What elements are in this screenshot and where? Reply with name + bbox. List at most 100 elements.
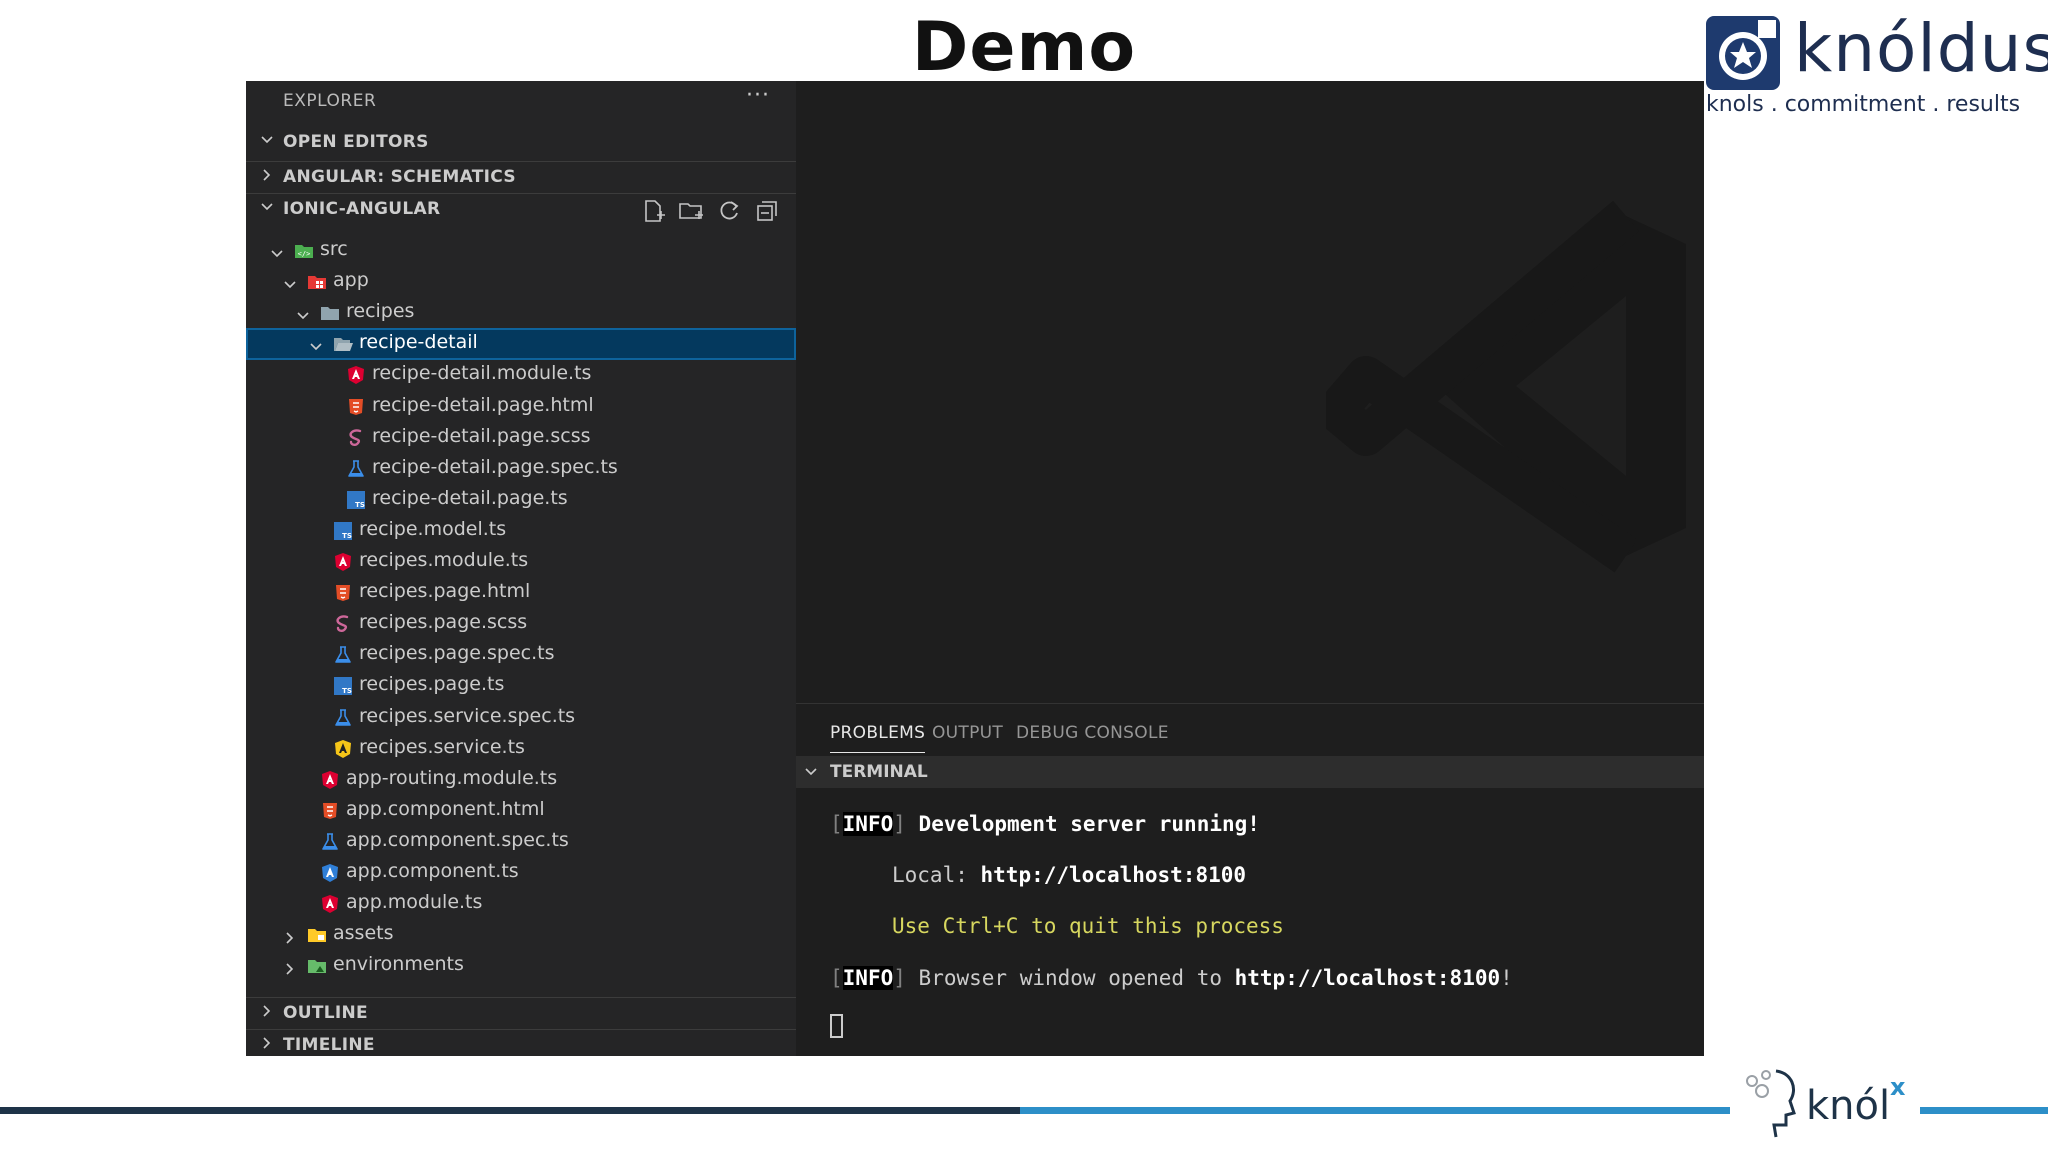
vscode-watermark-icon: [1326, 200, 1686, 573]
terminal-suffix: !: [1500, 966, 1513, 990]
footer-bar-dark: [0, 1107, 1020, 1114]
tree-file[interactable]: app.component.html: [246, 795, 796, 827]
angular-service-icon: [333, 739, 353, 759]
typescript-icon: TS: [346, 490, 366, 510]
svg-text:</>: </>: [298, 250, 311, 258]
terminal-prefix: Local:: [892, 863, 981, 887]
tree-file[interactable]: recipe-detail.module.ts: [246, 359, 796, 391]
tree-file[interactable]: recipe-detail.page.scss: [246, 422, 796, 454]
tree-item-label: recipes.page.scss: [359, 611, 528, 633]
chevron-down-icon: [261, 203, 273, 211]
chevron-down-icon: [805, 768, 817, 776]
knolx-head-icon: [1746, 1069, 1796, 1138]
editor-area[interactable]: [796, 81, 1704, 703]
tree-folder[interactable]: </> src: [246, 235, 796, 267]
tree-folder[interactable]: environments: [246, 950, 796, 982]
tree-file[interactable]: recipe-detail.page.html: [246, 391, 796, 423]
tree-item-label: recipe-detail: [359, 331, 478, 353]
angular-icon: [346, 365, 366, 385]
tree-folder[interactable]: assets: [246, 919, 796, 951]
refresh-icon[interactable]: [716, 198, 742, 224]
html-icon: [320, 801, 340, 821]
tree-file[interactable]: app.component.spec.ts: [246, 826, 796, 858]
terminal-label: TERMINAL: [830, 762, 928, 782]
svg-text:TS: TS: [342, 532, 352, 540]
terminal-url[interactable]: http://localhost:8100: [981, 863, 1247, 887]
chevron-right-icon: [283, 959, 297, 975]
tree-item-label: recipe-detail.page.scss: [372, 425, 591, 447]
tree-item-label: app.component.ts: [346, 860, 519, 882]
tree-item-label: recipes.page.html: [359, 580, 531, 602]
tab-output[interactable]: OUTPUT: [932, 723, 1003, 743]
terminal-line: [INFO] Browser window opened to http://l…: [830, 966, 1513, 990]
chevron-down-icon: [261, 136, 273, 144]
section-label: OUTLINE: [283, 1003, 368, 1023]
terminal-cursor[interactable]: [830, 1014, 843, 1038]
test-flask-icon: [320, 832, 340, 852]
angular-icon: [320, 770, 340, 790]
tree-file[interactable]: recipe-detail.page.spec.ts: [246, 453, 796, 485]
section-label: ANGULAR: SCHEMATICS: [283, 167, 516, 187]
tree-folder[interactable]: recipe-detail: [246, 328, 796, 360]
knoldus-tagline: knols . commitment . results: [1706, 92, 2021, 117]
terminal-message: Development server running!: [918, 812, 1260, 836]
chevron-down-icon: [309, 337, 323, 351]
tree-item-label: assets: [333, 922, 394, 944]
knoldus-wordmark: knóldus: [1794, 10, 2048, 87]
tree-file[interactable]: TS recipes.page.ts: [246, 670, 796, 702]
section-label: OPEN EDITORS: [283, 132, 429, 152]
tree-item-label: recipe-detail.page.ts: [372, 487, 568, 509]
section-angular-schematics[interactable]: ANGULAR: SCHEMATICS: [246, 161, 796, 193]
tree-file[interactable]: recipes.page.spec.ts: [246, 639, 796, 671]
terminal-line: [INFO] Development server running!: [830, 812, 1260, 836]
angular-icon: [320, 894, 340, 914]
tree-item-label: environments: [333, 953, 464, 975]
typescript-icon: TS: [333, 521, 353, 541]
section-outline[interactable]: OUTLINE: [246, 997, 796, 1029]
terminal-line: Local: http://localhost:8100: [892, 863, 1246, 887]
explorer-title: EXPLORER: [283, 91, 377, 111]
tree-file[interactable]: TS recipe-detail.page.ts: [246, 484, 796, 516]
section-ionic-angular[interactable]: IONIC-ANGULAR: [246, 193, 796, 225]
tree-file[interactable]: recipes.service.ts: [246, 733, 796, 765]
section-open-editors[interactable]: OPEN EDITORS: [246, 127, 796, 159]
tree-file[interactable]: recipes.page.html: [246, 577, 796, 609]
angular-icon: [333, 552, 353, 572]
tree-file[interactable]: recipes.module.ts: [246, 546, 796, 578]
tab-problems[interactable]: PROBLEMS: [830, 723, 926, 753]
angular-component-icon: [320, 863, 340, 883]
tree-file[interactable]: app.module.ts: [246, 888, 796, 920]
more-actions-icon[interactable]: ···: [746, 83, 770, 108]
info-tag: INFO: [842, 966, 894, 990]
new-folder-icon[interactable]: [678, 198, 704, 224]
chevron-right-icon: [263, 1037, 271, 1049]
knolx-logo: knól x: [1730, 1055, 1920, 1145]
folder-app-icon: [307, 272, 327, 292]
terminal-url[interactable]: http://localhost:8100: [1235, 966, 1501, 990]
tree-file[interactable]: recipes.service.spec.ts: [246, 702, 796, 734]
bottom-panel: PROBLEMS OUTPUT DEBUG CONSOLE TERMINAL […: [796, 703, 1704, 1056]
folder-icon: [320, 303, 340, 323]
collapse-all-icon[interactable]: [754, 198, 780, 224]
chevron-down-icon: [270, 244, 284, 258]
section-timeline[interactable]: TIMELINE: [246, 1029, 796, 1056]
info-tag: INFO: [842, 812, 894, 836]
vscode-window: EXPLORER ··· OPEN EDITORS ANGULAR: SCHEM…: [246, 81, 1704, 1056]
section-label: IONIC-ANGULAR: [283, 199, 441, 219]
folder-open-icon: [333, 334, 353, 354]
chevron-down-icon: [296, 306, 310, 320]
tree-file[interactable]: app.component.ts: [246, 857, 796, 889]
tree-file[interactable]: TS recipe.model.ts: [246, 515, 796, 547]
html-icon: [346, 397, 366, 417]
folder-environment-icon: [307, 956, 327, 976]
tab-debug-console[interactable]: DEBUG CONSOLE: [1016, 723, 1169, 743]
tree-file[interactable]: app-routing.module.ts: [246, 764, 796, 796]
tree-folder[interactable]: app: [246, 266, 796, 298]
chevron-right-icon: [263, 169, 271, 181]
new-file-icon[interactable]: [640, 198, 666, 224]
tree-file[interactable]: recipes.page.scss: [246, 608, 796, 640]
tree-item-label: recipes.service.ts: [359, 736, 525, 758]
terminal-header[interactable]: TERMINAL: [796, 756, 1704, 788]
tree-item-label: app.module.ts: [346, 891, 483, 913]
tree-folder[interactable]: recipes: [246, 297, 796, 329]
